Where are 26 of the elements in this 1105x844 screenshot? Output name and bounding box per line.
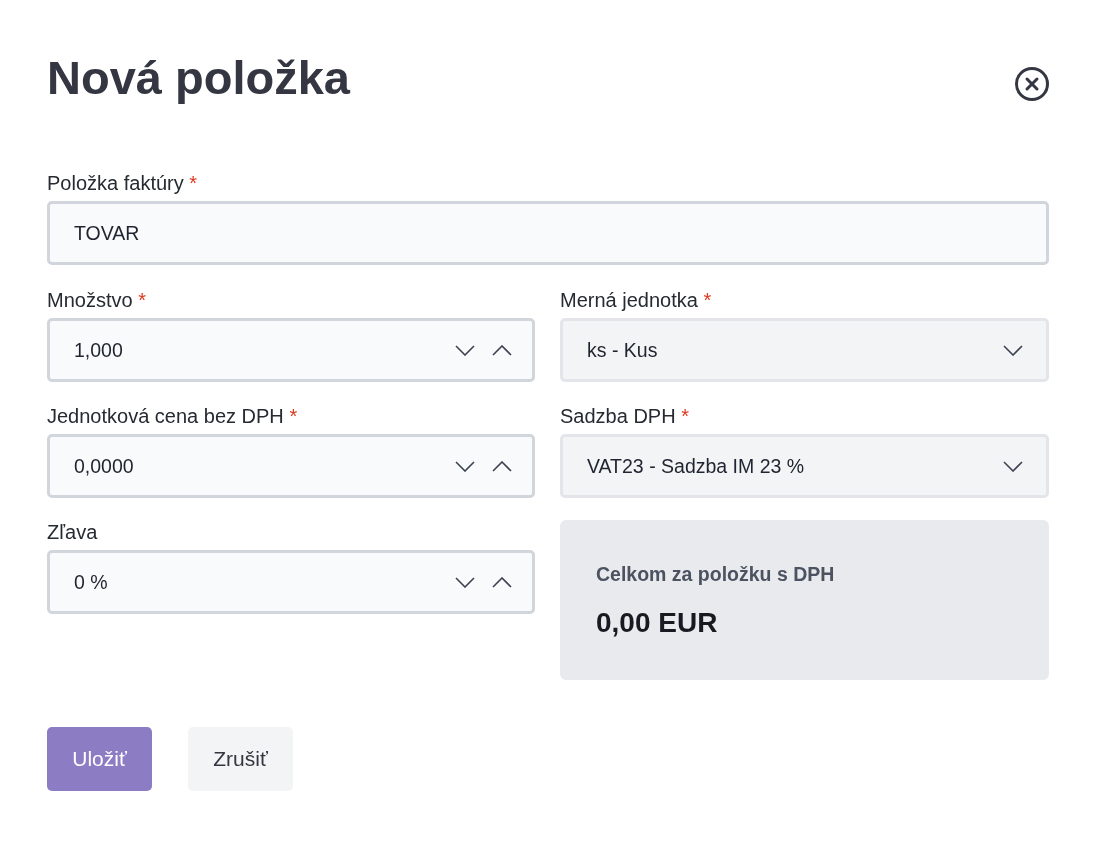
chevron-up-icon[interactable] — [492, 344, 512, 356]
close-icon[interactable] — [1015, 67, 1049, 101]
cancel-button[interactable]: Zrušiť — [188, 727, 293, 791]
save-button[interactable]: Uložiť — [47, 727, 152, 791]
field-label: Množstvo * — [47, 288, 146, 312]
field-label: Zľava — [47, 520, 98, 544]
field-label: Sadzba DPH * — [560, 404, 689, 428]
total-label: Celkom za položku s DPH — [596, 562, 835, 586]
dropdown-field[interactable]: ks - Kus — [560, 318, 1049, 382]
total-amount: 0,00 EUR — [596, 606, 718, 640]
chevron-down-icon — [1003, 460, 1023, 472]
field-label: Položka faktúry * — [47, 171, 198, 195]
field-label: Merná jednotka * — [560, 288, 712, 312]
chevron-down-icon[interactable] — [455, 344, 475, 356]
number-field[interactable]: 1,000 — [47, 318, 535, 382]
chevron-up-icon[interactable] — [492, 576, 512, 588]
number-field[interactable]: 0 % — [47, 550, 535, 614]
field-label: Jednotková cena bez DPH * — [47, 404, 298, 428]
chevron-down-icon[interactable] — [455, 576, 475, 588]
number-field[interactable]: 0,0000 — [47, 434, 535, 498]
dropdown-field[interactable]: VAT23 - Sadzba IM 23 % — [560, 434, 1049, 498]
text-field[interactable]: TOVAR — [47, 201, 1049, 265]
chevron-down-icon — [1003, 344, 1023, 356]
dialog-title: Nová položka — [47, 50, 350, 106]
chevron-up-icon[interactable] — [492, 460, 512, 472]
chevron-down-icon[interactable] — [455, 460, 475, 472]
